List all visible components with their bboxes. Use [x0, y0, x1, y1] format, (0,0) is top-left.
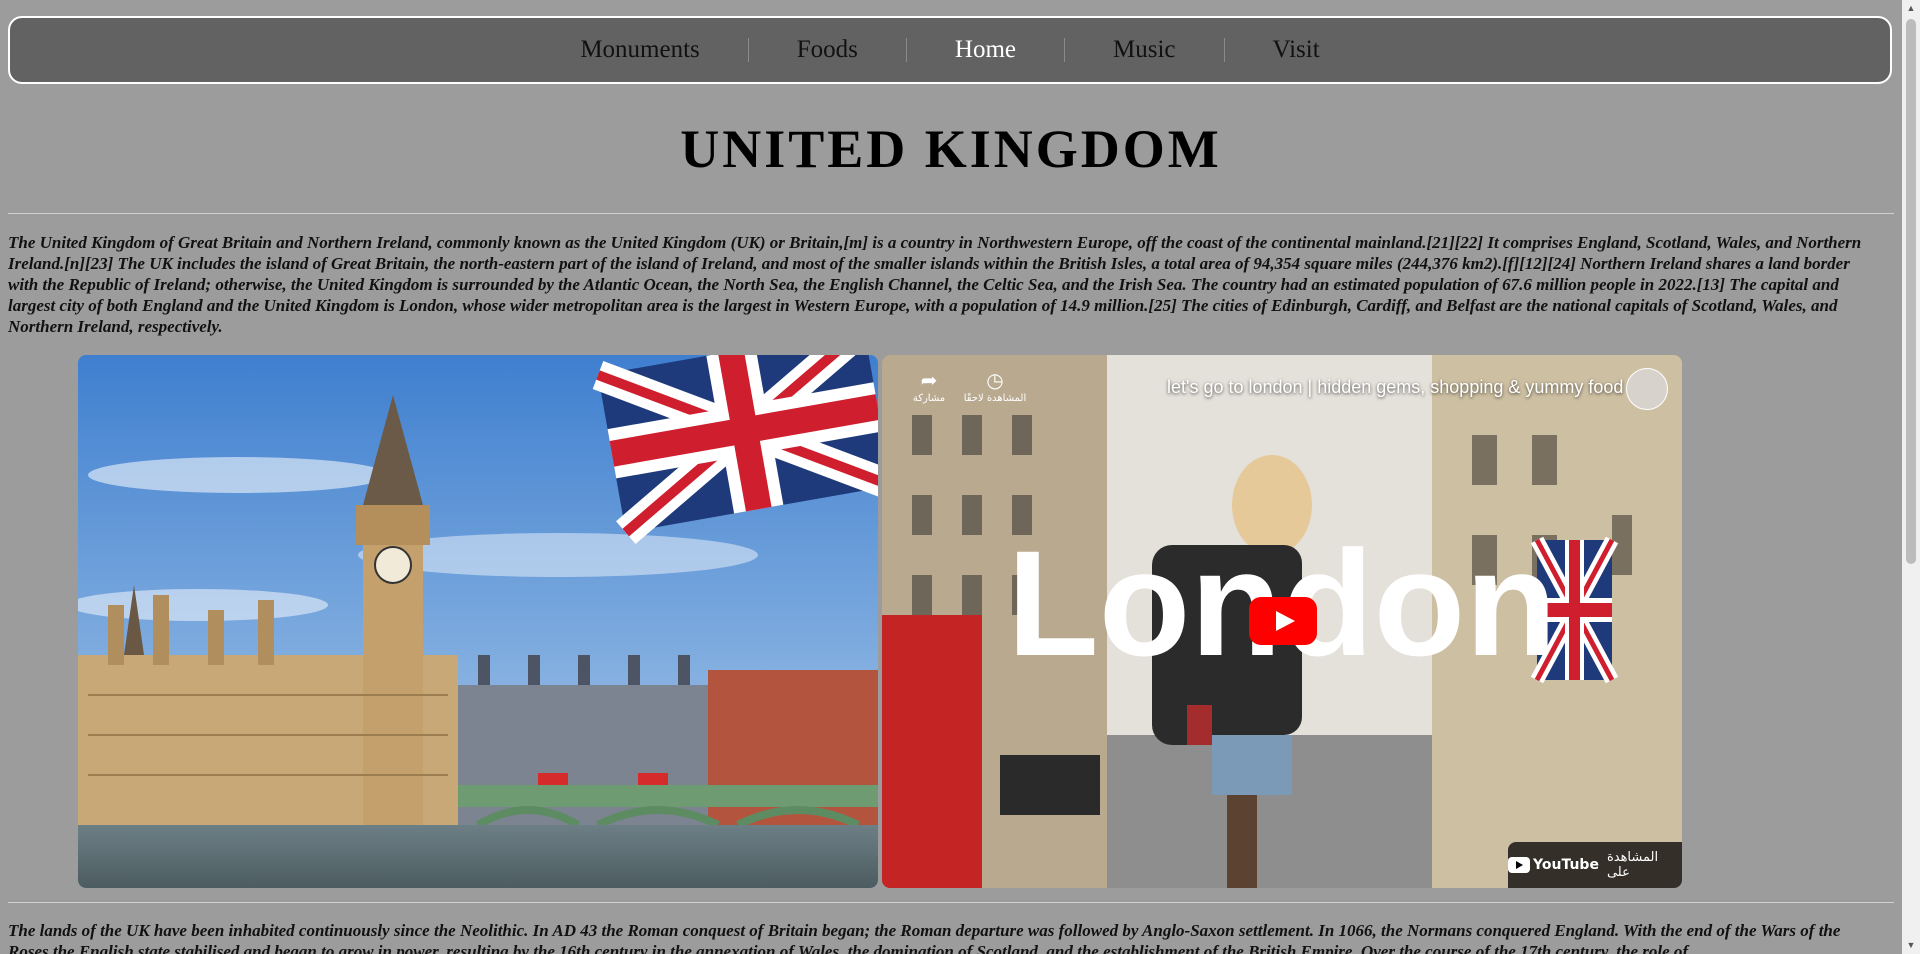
- youtube-logo-text: YouTube: [1533, 857, 1599, 873]
- divider: [8, 902, 1894, 903]
- watch-later-label: المشاهدة لاحقًا: [963, 393, 1027, 404]
- watch-on-label: المشاهدة على: [1606, 850, 1659, 880]
- clock-icon: ◷: [986, 368, 1004, 392]
- video-title[interactable]: let's go to london | hidden gems, shoppi…: [1167, 377, 1623, 398]
- top-nav: Monuments Foods Home Music Visit: [8, 16, 1892, 84]
- divider: [8, 213, 1894, 214]
- youtube-video-embed[interactable]: London ➦ مشاركة ◷ المشاهدة لاحقًا let's …: [882, 355, 1682, 888]
- nav-item-foods[interactable]: Foods: [749, 35, 906, 65]
- watch-on-youtube-button[interactable]: YouTube المشاهدة على: [1508, 842, 1682, 888]
- page-title: UNITED KINGDOM: [680, 119, 1222, 179]
- nav-item-home[interactable]: Home: [907, 35, 1064, 65]
- nav-item-music[interactable]: Music: [1065, 35, 1224, 65]
- share-button[interactable]: ➦ مشاركة: [894, 367, 964, 404]
- intro-paragraph: The United Kingdom of Great Britain and …: [8, 233, 1862, 336]
- scroll-up-icon[interactable]: ▲: [1902, 0, 1920, 17]
- history-paragraph: The lands of the UK have been inhabited …: [8, 921, 1841, 954]
- play-button[interactable]: [1249, 597, 1317, 645]
- page: Monuments Foods Home Music Visit UNITED …: [0, 0, 1902, 954]
- scroll-down-icon[interactable]: ▼: [1902, 937, 1920, 954]
- share-label: مشاركة: [912, 393, 946, 404]
- vertical-scrollbar[interactable]: ▲ ▼: [1902, 0, 1920, 954]
- channel-avatar[interactable]: [1626, 368, 1668, 410]
- westminster-photo: [78, 355, 878, 888]
- youtube-logo: YouTube: [1508, 857, 1599, 873]
- watch-later-button[interactable]: ◷ المشاهدة لاحقًا: [960, 367, 1030, 404]
- nav-item-visit[interactable]: Visit: [1225, 35, 1368, 65]
- share-icon: ➦: [920, 368, 938, 392]
- scrollbar-thumb[interactable]: [1906, 19, 1916, 564]
- nav-item-monuments[interactable]: Monuments: [532, 35, 747, 65]
- youtube-play-icon: [1508, 857, 1530, 873]
- westminster-photo-illustration: [78, 355, 878, 888]
